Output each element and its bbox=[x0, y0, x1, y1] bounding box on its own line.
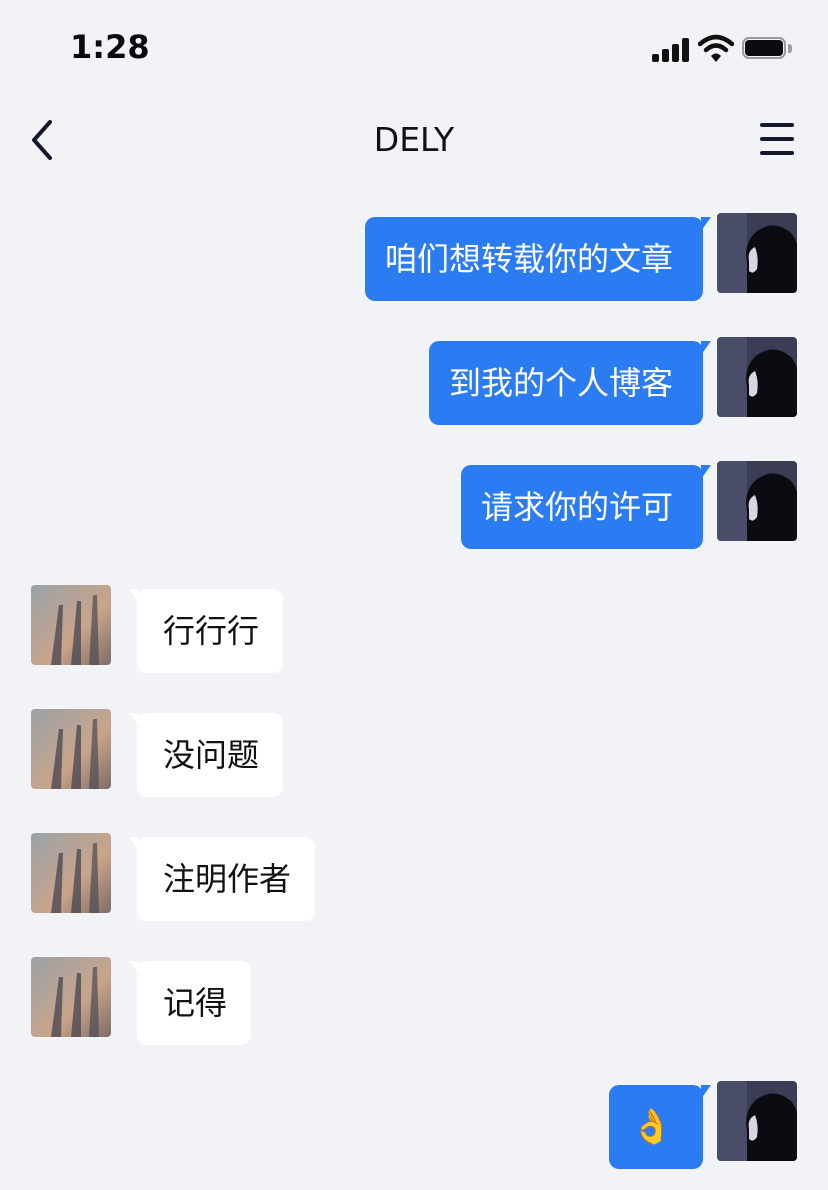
chat-title: DELY bbox=[373, 120, 455, 159]
incoming-message-bubble[interactable]: 记得 bbox=[128, 961, 252, 1045]
incoming-message-bubble[interactable]: 注明作者 bbox=[128, 837, 316, 921]
incoming-message-bubble[interactable]: 没问题 bbox=[128, 713, 284, 797]
self-avatar[interactable] bbox=[717, 461, 797, 541]
message-row: 行行行 bbox=[0, 585, 828, 675]
message-row: 没问题 bbox=[0, 709, 828, 799]
outgoing-message-bubble[interactable]: 请求你的许可 bbox=[460, 465, 712, 549]
outgoing-message-bubble[interactable]: 咱们想转载你的文章 bbox=[364, 217, 712, 301]
message-row: 请求你的许可 bbox=[0, 461, 828, 551]
hamburger-icon bbox=[760, 123, 794, 127]
chat-screen: 1:28 DELY 咱们想转载你的文章 到我的个人博客 请求你的许可 行行行 没… bbox=[0, 0, 828, 1190]
contact-avatar[interactable] bbox=[31, 709, 111, 789]
self-avatar[interactable] bbox=[717, 337, 797, 417]
contact-avatar[interactable] bbox=[31, 585, 111, 665]
message-row: 注明作者 bbox=[0, 833, 828, 923]
nav-bar: DELY bbox=[0, 100, 828, 180]
wifi-icon bbox=[697, 34, 735, 64]
outgoing-message-bubble[interactable]: 到我的个人博客 bbox=[428, 341, 712, 425]
contact-avatar[interactable] bbox=[31, 957, 111, 1037]
message-row: 到我的个人博客 bbox=[0, 337, 828, 427]
status-time: 1:28 bbox=[70, 28, 150, 66]
contact-avatar[interactable] bbox=[31, 833, 111, 913]
status-bar: 1:28 bbox=[0, 0, 828, 100]
incoming-message-bubble[interactable]: 行行行 bbox=[128, 589, 284, 673]
cellular-signal-icon bbox=[652, 38, 690, 62]
menu-button[interactable] bbox=[756, 120, 800, 160]
message-row: 咱们想转载你的文章 bbox=[0, 213, 828, 303]
self-avatar[interactable] bbox=[717, 1081, 797, 1161]
battery-icon bbox=[742, 37, 794, 61]
message-row: 👌 bbox=[0, 1081, 828, 1171]
outgoing-emoji-bubble[interactable]: 👌 bbox=[608, 1085, 712, 1169]
self-avatar[interactable] bbox=[717, 213, 797, 293]
message-row: 记得 bbox=[0, 957, 828, 1047]
